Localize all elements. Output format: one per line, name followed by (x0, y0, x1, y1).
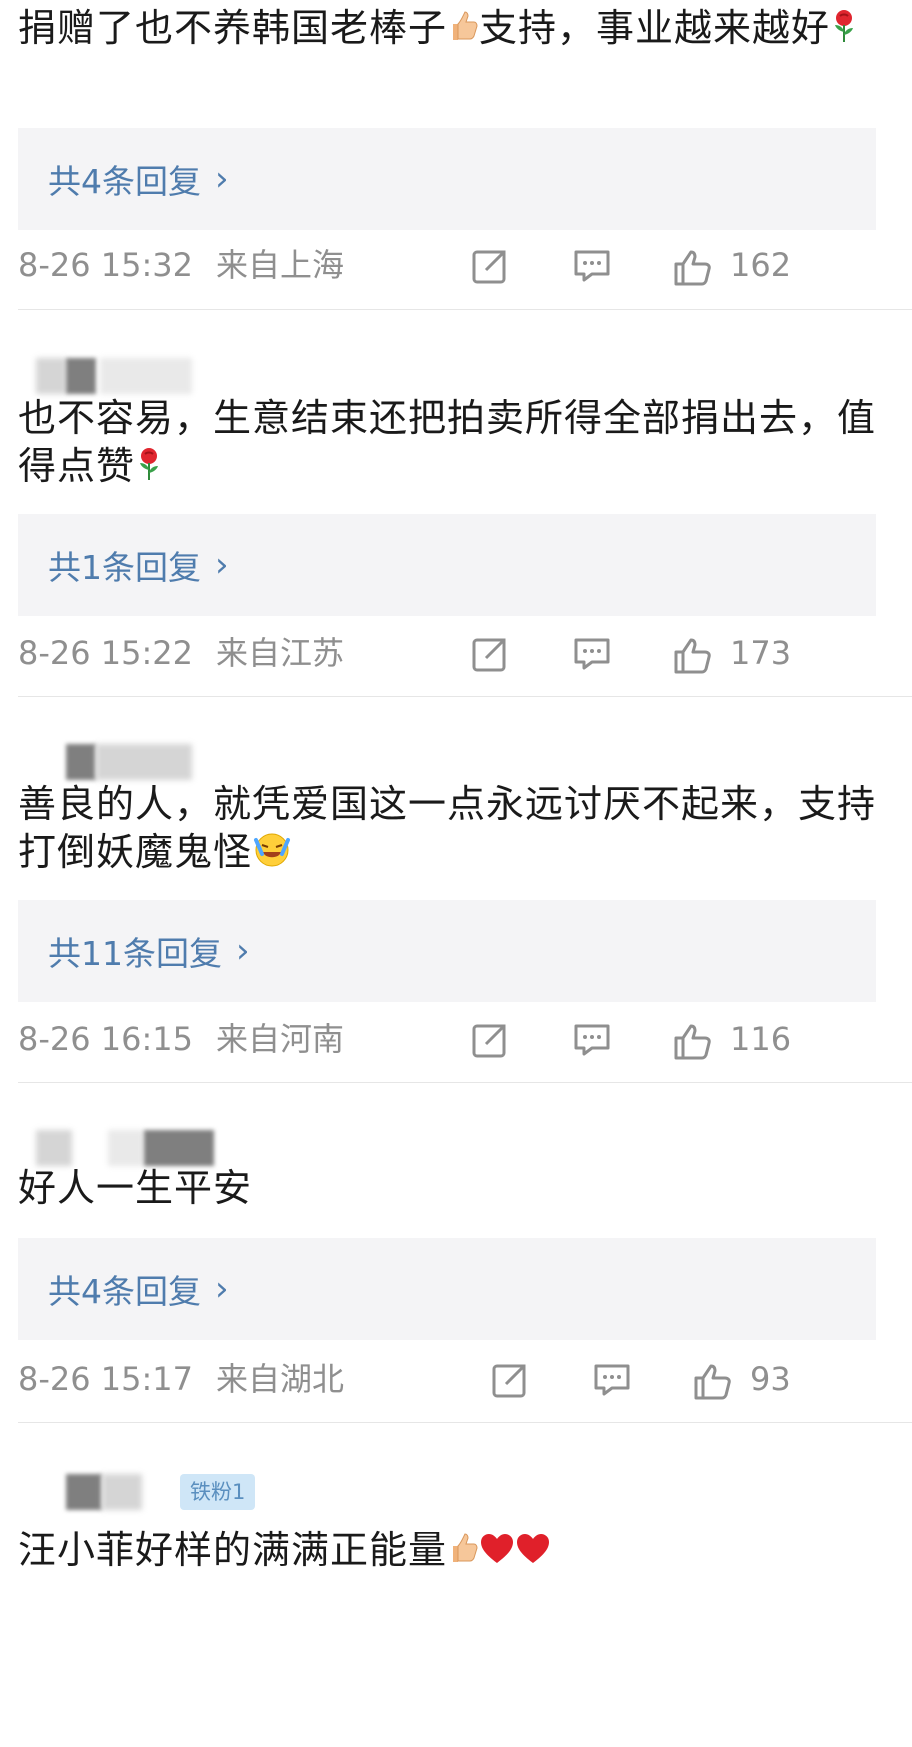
comment-time: 8-26 15:22 (18, 634, 194, 672)
comment-meta: 8-26 16:15 来自河南 116 (18, 1014, 876, 1064)
divider (18, 309, 912, 310)
comment-text: 汪小菲好样的满满正能量 (18, 1526, 888, 1577)
like-count: 162 (730, 246, 792, 284)
divider (18, 696, 912, 697)
comment-item: 善良的人，就凭爱国这一点永远讨厌不起来，支持打倒妖魔鬼怪 共11条回复 › 8-… (0, 716, 912, 1096)
comment-icon[interactable] (572, 1020, 612, 1060)
rose-emoji (830, 7, 858, 55)
share-icon[interactable] (470, 1020, 510, 1060)
thumbs-up-icon[interactable] (672, 246, 712, 286)
thumbs-up-icon[interactable] (672, 1020, 712, 1060)
chevron-right-icon: › (215, 159, 229, 199)
comment-text: 善良的人，就凭爱国这一点永远讨厌不起来，支持打倒妖魔鬼怪 (18, 780, 888, 879)
comment-time: 8-26 15:32 (18, 246, 194, 284)
username (96, 744, 192, 780)
replies-count-label: 共4条回复 (48, 1272, 201, 1311)
username (108, 1130, 144, 1166)
comment-text: 也不容易，生意结束还把拍卖所得全部捐出去，值得点赞 (18, 394, 888, 493)
divider (18, 1082, 912, 1083)
comment-time: 8-26 16:15 (18, 1020, 194, 1058)
replies-count-label: 共1条回复 (48, 548, 201, 587)
comment-meta: 8-26 15:32 来自上海 162 (18, 240, 876, 290)
fan-badge-label: 铁粉1 (190, 1480, 246, 1504)
chevron-right-icon: › (215, 545, 229, 585)
view-replies-button[interactable]: 共11条回复 › (18, 900, 876, 1002)
comment-icon[interactable] (572, 634, 612, 674)
share-icon[interactable] (490, 1360, 530, 1400)
share-icon[interactable] (470, 634, 510, 674)
thumbs-up-emoji (447, 1529, 479, 1577)
rose-emoji (135, 445, 163, 493)
avatar (66, 744, 96, 780)
comment-location: 来自湖北 (216, 1360, 345, 1398)
comment-meta: 8-26 15:22 来自江苏 173 (18, 628, 876, 678)
avatar (66, 1474, 102, 1510)
comment-time: 8-26 15:17 (18, 1360, 194, 1398)
replies-count-label: 共4条回复 (48, 162, 201, 201)
chevron-right-icon: › (236, 931, 250, 971)
comment-text: 好人一生平安 (18, 1166, 253, 1210)
view-replies-button[interactable]: 共4条回复 › (18, 1238, 876, 1340)
view-replies-button[interactable]: 共1条回复 › (18, 514, 876, 616)
comment-location: 来自江苏 (216, 634, 345, 672)
username (100, 358, 192, 394)
comment-text: 捐赠了也不养韩国老棒子 支持，事业越来越好 (18, 4, 888, 55)
avatar (36, 1130, 72, 1166)
comment-location: 来自河南 (216, 1020, 345, 1058)
chevron-right-icon: › (215, 1269, 229, 1309)
thumbs-up-icon[interactable] (672, 634, 712, 674)
comment-icon[interactable] (572, 246, 612, 286)
username (36, 358, 66, 394)
comment-item: 好人一生平安 共4条回复 › 8-26 15:17 来自湖北 93 (0, 1102, 912, 1448)
comment-meta: 8-26 15:17 来自湖北 93 (18, 1354, 876, 1404)
avatar (66, 358, 96, 394)
thumbs-up-icon[interactable] (692, 1360, 732, 1400)
red-heart-emoji (479, 1529, 515, 1577)
comment-location: 来自上海 (216, 246, 345, 284)
comment-item: 也不容易，生意结束还把拍卖所得全部捐出去，值得点赞 共1条回复 › 8-26 1… (0, 330, 912, 710)
red-heart-emoji (515, 1529, 551, 1577)
replies-count-label: 共11条回复 (48, 934, 222, 973)
view-replies-button[interactable]: 共4条回复 › (18, 128, 876, 230)
share-icon[interactable] (470, 246, 510, 286)
fan-badge: 铁粉1 (180, 1474, 256, 1510)
comment-item: 铁粉1 汪小菲好样的满满正能量 (0, 1456, 912, 1747)
like-count: 173 (730, 634, 792, 672)
laugh-cry-emoji (252, 830, 292, 879)
divider (18, 1422, 912, 1423)
like-count: 116 (730, 1020, 792, 1058)
username (144, 1130, 214, 1166)
thumbs-up-emoji (447, 7, 479, 55)
comment-icon[interactable] (592, 1360, 632, 1400)
username (102, 1474, 142, 1510)
like-count: 93 (750, 1360, 791, 1398)
comment-item: 捐赠了也不养韩国老棒子 支持，事业越来越好 共4条回复 › 8-26 15:32 … (0, 0, 912, 320)
